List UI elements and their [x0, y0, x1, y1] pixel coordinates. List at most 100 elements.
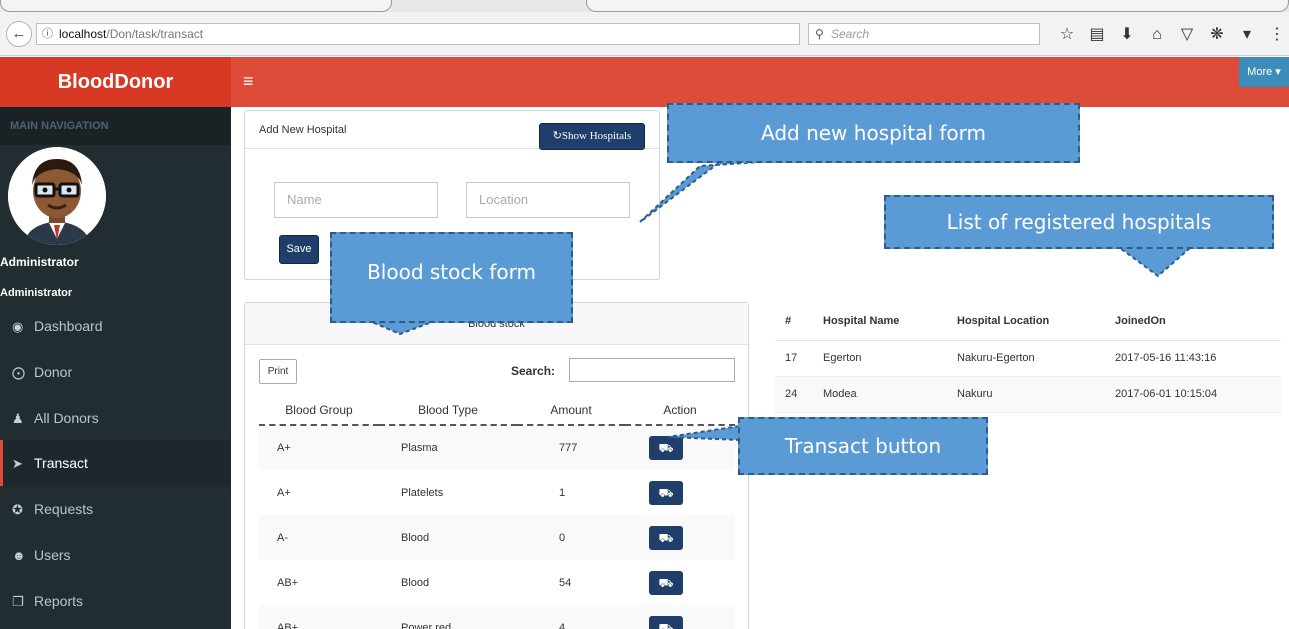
sidebar-item-label: Reports [34, 593, 84, 609]
browser-tab[interactable] [0, 0, 392, 12]
column-header[interactable]: Blood Group [259, 395, 379, 426]
column-header[interactable]: Action [625, 395, 735, 426]
more-dropdown-button[interactable]: More ▾ [1239, 57, 1289, 87]
cell-joined-on: 2017-06-01 10:15:04 [1105, 376, 1281, 413]
user-name: Administrator [0, 255, 79, 269]
browser-tabstrip [0, 0, 1289, 12]
hamburger-menu-icon[interactable]: ≡ [243, 57, 254, 105]
cell-id: 24 [775, 376, 813, 413]
cell-amount: 1 [559, 486, 566, 499]
search-label: Search: [511, 364, 556, 378]
blood-stock-table: Blood Group Blood Type Amount Action A+ … [259, 395, 735, 629]
search-icon: ⚲ [815, 27, 824, 41]
cell-amount: 777 [517, 425, 625, 470]
hospitals-table: # Hospital Name Hospital Location Joined… [775, 302, 1281, 413]
table-row: A+ Plasma 777 ⛟ [259, 425, 735, 470]
cell-hospital-location: Nakuru-Egerton [947, 340, 1105, 377]
url-host: localhost [59, 27, 107, 41]
cell-hospital-name: Egerton [813, 340, 947, 377]
add-form-callout: Add new hospital form [667, 103, 1080, 163]
back-arrow-icon[interactable]: ← [6, 21, 32, 47]
main-content: Add New Hospital ↻Show Hospitals Name Lo… [231, 107, 1289, 629]
table-row: AB+ Blood 54 ⛟ [259, 560, 735, 605]
column-header[interactable]: Amount [517, 395, 625, 426]
home-icon[interactable]: ⌂ [1142, 24, 1172, 46]
sidebar-section-title: MAIN NAVIGATION [0, 107, 231, 145]
sidebar-item-label: Requests [34, 501, 94, 517]
transact-callout: Transact button [738, 417, 988, 475]
cell-blood-group: AB+ [277, 576, 299, 589]
sidebar-item-users[interactable]: ☻ Users [0, 532, 231, 578]
users-icon: ☻ [12, 548, 26, 563]
brand-logo[interactable]: BloodDonor [0, 57, 231, 107]
show-hospitals-button[interactable]: ↻Show Hospitals [539, 123, 645, 150]
transact-button[interactable]: ⛟ [649, 570, 683, 595]
column-header[interactable]: Hospital Location [947, 302, 1105, 341]
cell-blood-group: A- [259, 515, 379, 560]
ambulance-icon: ⛟ [658, 530, 674, 545]
reading-list-icon[interactable]: ▤ [1082, 24, 1112, 46]
browser-search-input[interactable]: ⚲ Search [808, 23, 1040, 45]
ambulance-icon: ⛟ [658, 575, 674, 590]
sidebar-item-label: All Donors [34, 410, 99, 426]
transact-button[interactable]: ⛟ [649, 436, 683, 460]
cell-blood-group: A+ [277, 486, 291, 499]
dropdown-chevron-icon[interactable]: ▾ [1232, 24, 1262, 46]
ambulance-icon: ⛟ [658, 485, 674, 500]
lifebuoy-icon: ⨀ [12, 365, 25, 380]
column-header[interactable]: Blood Type [379, 395, 517, 426]
sidebar-item-label: Transact [34, 455, 88, 471]
copy-icon: ❐ [12, 594, 24, 609]
extension-icon[interactable]: ❋ [1202, 24, 1232, 46]
sidebar-item-label: Users [34, 547, 71, 563]
browser-search-placeholder: Search [831, 27, 870, 41]
cell-id: 17 [775, 340, 813, 377]
table-row: A- Blood 0 ⛟ [259, 515, 735, 560]
menu-icon[interactable]: ⋮ [1262, 24, 1289, 46]
sidebar-item-transact[interactable]: ➤ Transact [0, 440, 231, 486]
browser-toolbar-icons: ☆ ▤ ⬇ ⌂ ▽ ❋ ▾ ⋮ [1052, 24, 1289, 46]
avatar [8, 147, 106, 245]
sidebar-item-dashboard[interactable]: ◉ Dashboard [0, 303, 231, 349]
sidebar-item-all-donors[interactable]: ♟ All Donors [0, 395, 231, 441]
cell-amount: 4 [517, 605, 625, 629]
transact-button[interactable]: ⛟ [649, 480, 683, 505]
cell-blood-type: Plasma [379, 425, 517, 470]
sidebar-item-requests[interactable]: ✪ Requests [0, 486, 231, 532]
hospital-list-callout: List of registered hospitals [884, 195, 1274, 249]
dashboard-icon: ◉ [12, 319, 24, 334]
cell-blood-group: AB+ [259, 605, 379, 629]
stock-search-input[interactable] [569, 358, 735, 382]
sidebar-item-reports[interactable]: ❐ Reports [0, 578, 231, 624]
cell-blood-type: Platelets [401, 486, 444, 499]
column-header[interactable]: JoinedOn [1105, 302, 1281, 341]
table-row: AB+ Power red 4 ⛟ [259, 605, 735, 629]
hospital-location-input[interactable]: Location [466, 182, 630, 218]
pocket-icon[interactable]: ▽ [1172, 24, 1202, 46]
pin-icon: ✪ [12, 502, 23, 517]
cell-blood-type: Power red [379, 605, 517, 629]
save-button[interactable]: Save [279, 235, 319, 264]
bookmark-star-icon[interactable]: ☆ [1052, 24, 1082, 46]
cell-hospital-name: Modea [813, 376, 947, 413]
transact-button[interactable]: ⛟ [649, 615, 683, 629]
table-row: A+ Platelets 1 ⛟ [259, 470, 735, 515]
stock-form-callout: Blood stock form [330, 232, 573, 323]
table-header-row: # Hospital Name Hospital Location Joined… [775, 302, 1281, 341]
tag-icon: ➤ [12, 456, 23, 471]
url-bar[interactable]: ⓘ localhost/Don/task/transact ↻ [36, 23, 831, 45]
sidebar-item-label: Donor [34, 364, 73, 380]
transact-button[interactable]: ⛟ [649, 525, 683, 550]
cell-blood-type: Blood [379, 515, 517, 560]
user-icon: ♟ [12, 411, 24, 426]
cell-amount: 54 [559, 576, 572, 589]
table-header-row: Blood Group Blood Type Amount Action [259, 395, 735, 426]
user-role: Administrator [0, 287, 73, 299]
sidebar-item-donor[interactable]: ⨀ Donor [0, 349, 231, 395]
column-header[interactable]: # [775, 302, 813, 341]
download-icon[interactable]: ⬇ [1112, 24, 1142, 46]
print-button[interactable]: Print [259, 359, 297, 384]
hospital-name-input[interactable]: Name [274, 182, 438, 218]
column-header[interactable]: Hospital Name [813, 302, 947, 341]
browser-tab-active[interactable] [586, 0, 1289, 12]
